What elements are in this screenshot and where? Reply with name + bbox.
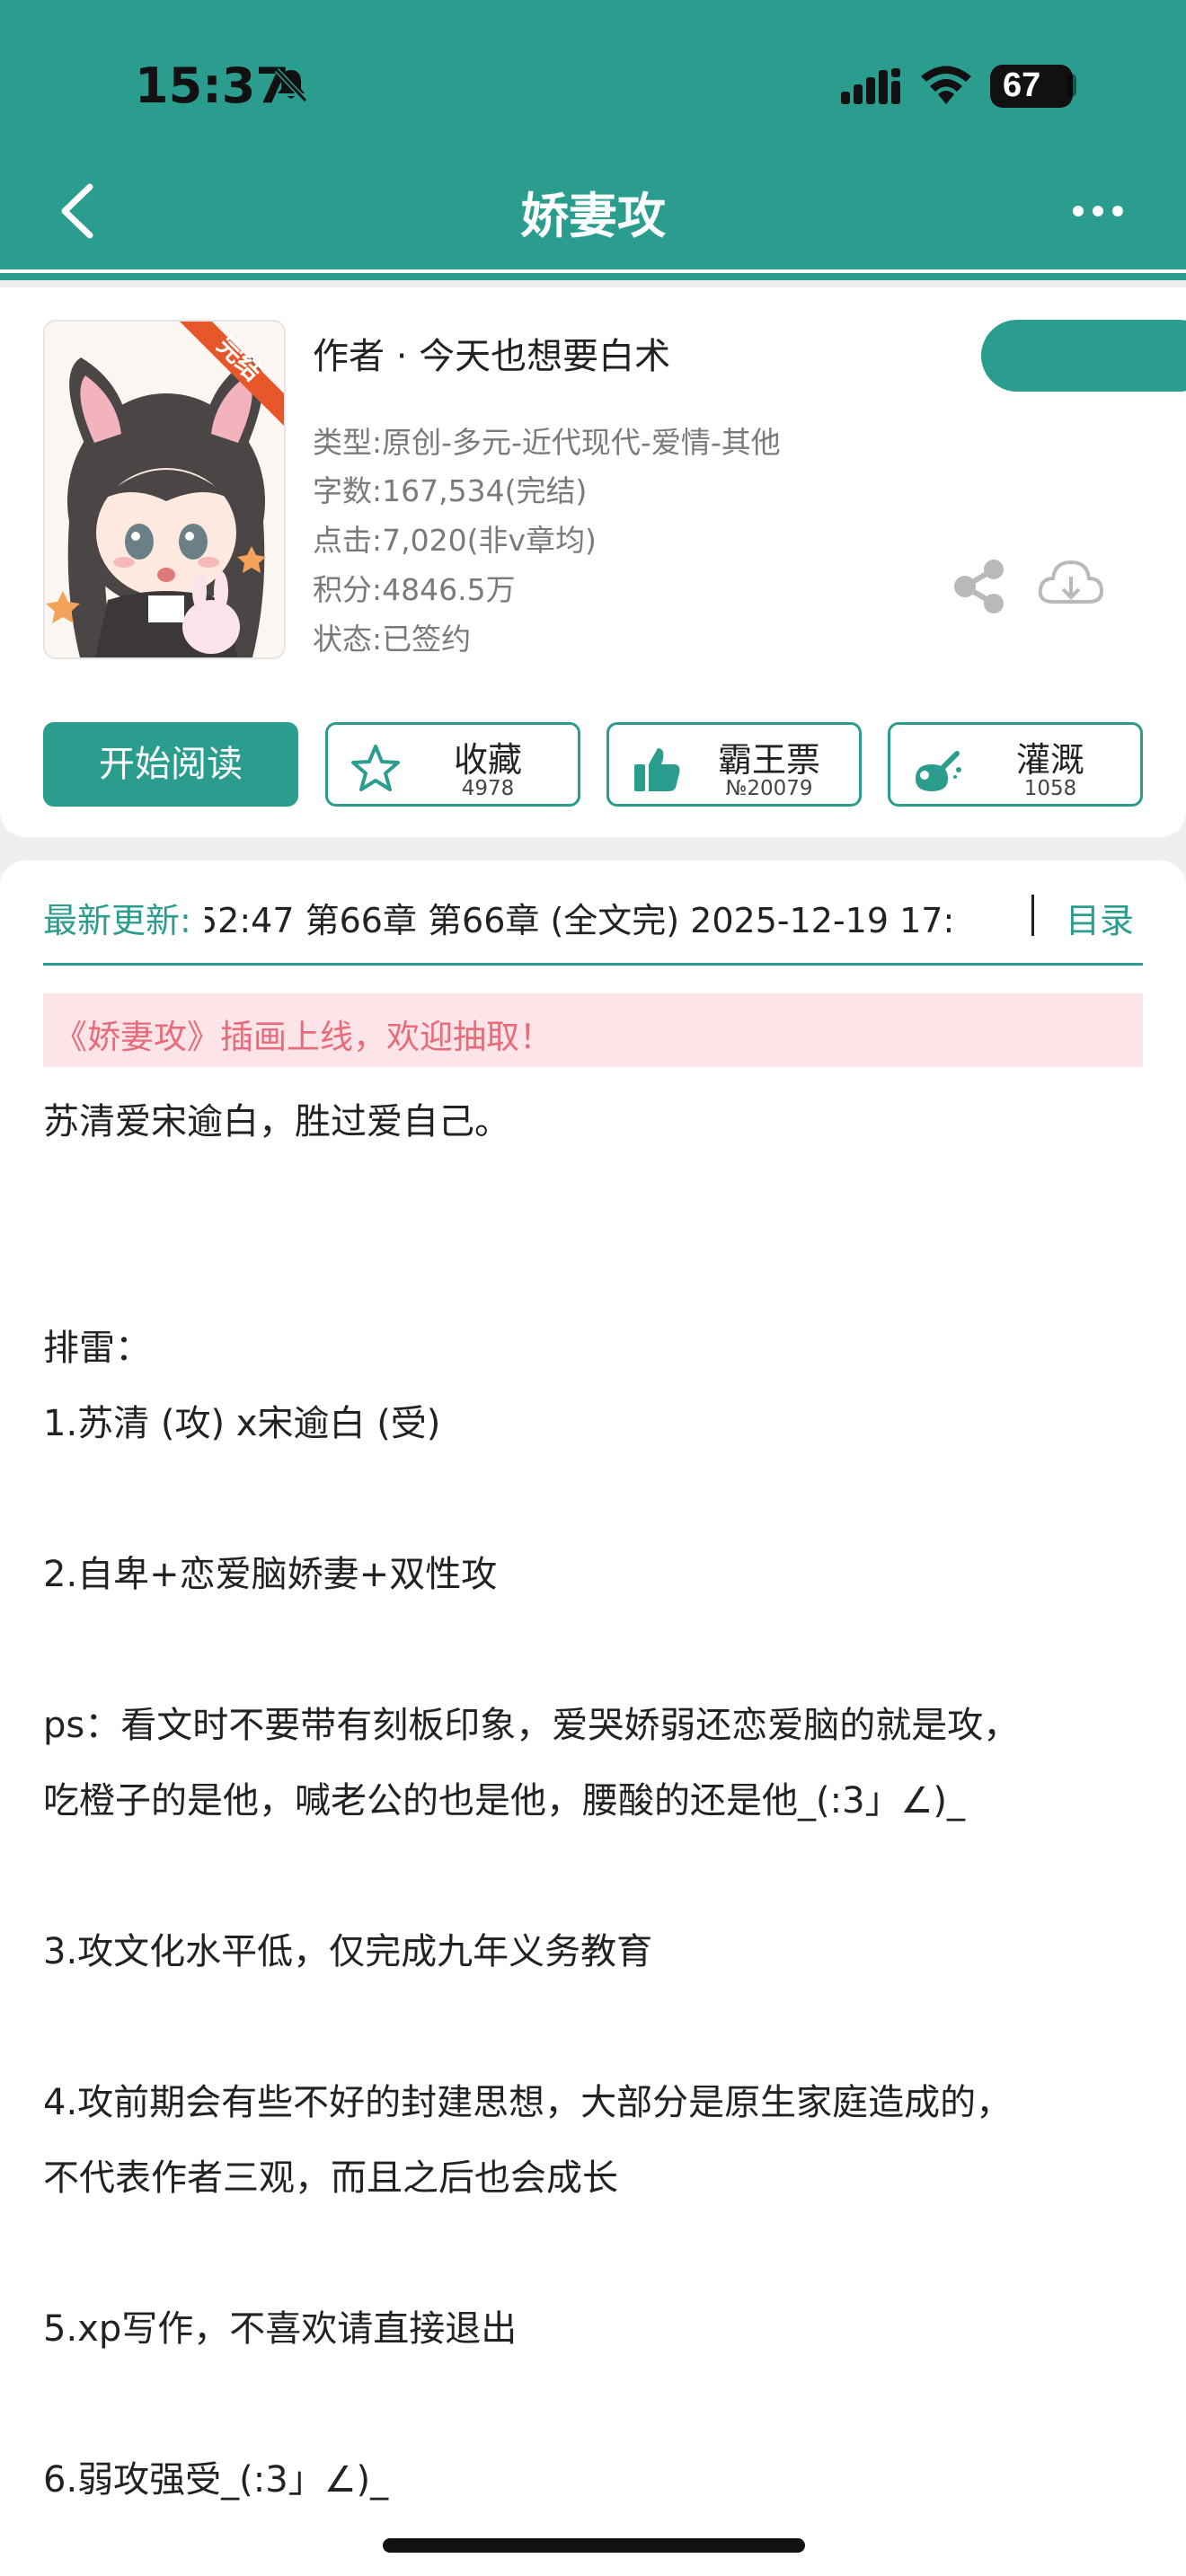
status-time: 15:37 bbox=[135, 57, 289, 114]
thumbs-up-icon bbox=[634, 748, 680, 791]
home-indicator[interactable] bbox=[383, 2538, 805, 2553]
water-count: 1058 bbox=[1023, 777, 1077, 800]
latest-update-label: 最新更新: bbox=[43, 901, 191, 940]
bell-muted-icon bbox=[274, 67, 308, 103]
latest-update-text: 52:47 第66章 第66章 (全文完) 2025-12-19 17: bbox=[205, 901, 955, 940]
vote-label: 霸王票 bbox=[717, 740, 820, 780]
share-icon[interactable] bbox=[952, 559, 1006, 614]
app-screen: 15:37 67 娇妻攻 完结 作者 · 今天也想要白术 类型:原创-多元-近代… bbox=[0, 0, 1186, 2576]
warning-item-2: 2.自卑+恋爱脑娇妻+双性攻 bbox=[43, 1554, 498, 1595]
warning-heading: 排雷： bbox=[43, 1328, 151, 1369]
warning-item-3: 3.攻文化水平低，仅完成九年义务教育 bbox=[43, 1931, 653, 1972]
warning-item-1: 1.苏清 (攻) x宋逾白 (受) bbox=[43, 1403, 441, 1444]
note-line-2: 吃橙子的是他，喊老公的也是他，腰酸的还是他_(:3」∠)_ bbox=[43, 1780, 965, 1822]
table-of-contents-link[interactable]: 目录 bbox=[1066, 893, 1134, 942]
meta-genre: 类型:原创-多元-近代现代-爱情-其他 bbox=[313, 425, 781, 460]
update-divider bbox=[43, 963, 1143, 966]
warning-item-6: 6.弱攻强受_(:3」∠)_ bbox=[43, 2459, 389, 2501]
battery-indicator: 67 bbox=[990, 65, 1073, 108]
star-icon bbox=[351, 745, 400, 791]
more-options-icon[interactable] bbox=[1071, 202, 1125, 220]
cloud-download-icon[interactable] bbox=[1037, 555, 1105, 613]
meta-clicks: 点击:7,020(非v章均) bbox=[313, 523, 597, 558]
start-reading-button[interactable]: 开始阅读 bbox=[43, 722, 298, 807]
author-name[interactable]: 作者 · 今天也想要白术 bbox=[313, 327, 670, 379]
text-cursor bbox=[1031, 895, 1034, 936]
warning-item-5: 5.xp写作，不喜欢请直接退出 bbox=[43, 2308, 518, 2350]
action-pill-button[interactable] bbox=[981, 320, 1186, 392]
warning-item-4-line-2: 不代表作者三观，而且之后也会成长 bbox=[43, 2157, 618, 2199]
meta-word-count: 字数:167,534(完结) bbox=[313, 473, 588, 508]
wifi-icon bbox=[921, 66, 971, 104]
header-divider-accent bbox=[0, 273, 1186, 280]
favorite-button[interactable]: 收藏 4978 bbox=[325, 722, 580, 807]
note-line-1: ps：看文时不要带有刻板印象，爱哭娇弱还恋爱脑的就是攻， bbox=[43, 1705, 1020, 1746]
meta-score: 积分:4846.5万 bbox=[313, 572, 516, 607]
illustration-banner[interactable]: 《娇妻攻》插画上线，欢迎抽取！ bbox=[43, 993, 1143, 1067]
vote-count: №20079 bbox=[725, 777, 813, 800]
cellular-signal-icon bbox=[841, 68, 900, 104]
meta-status: 状态:已签约 bbox=[313, 622, 472, 657]
synopsis-line: 苏清爱宋逾白，胜过爱自己。 bbox=[43, 1101, 510, 1142]
water-button[interactable]: 灌溉 1058 bbox=[888, 722, 1143, 807]
warning-item-4-line-1: 4.攻前期会有些不好的封建思想，大部分是原生家庭造成的， bbox=[43, 2082, 1013, 2123]
battery-cap bbox=[1067, 74, 1076, 97]
battery-percent: 67 bbox=[1003, 66, 1041, 104]
vote-button[interactable]: 霸王票 №20079 bbox=[606, 722, 862, 807]
latest-update-marquee[interactable]: 52:47 第66章 第66章 (全文完) 2025-12-19 17: bbox=[205, 893, 1022, 942]
page-title: 娇妻攻 bbox=[520, 188, 666, 244]
favorite-count: 4978 bbox=[461, 777, 515, 800]
water-label: 灌溉 bbox=[1015, 740, 1084, 780]
favorite-label: 收藏 bbox=[453, 740, 522, 780]
book-cover[interactable]: 完结 bbox=[43, 320, 286, 659]
banner-text: 《娇妻攻》插画上线，欢迎抽取！ bbox=[54, 1018, 553, 1056]
flask-icon bbox=[916, 751, 961, 791]
